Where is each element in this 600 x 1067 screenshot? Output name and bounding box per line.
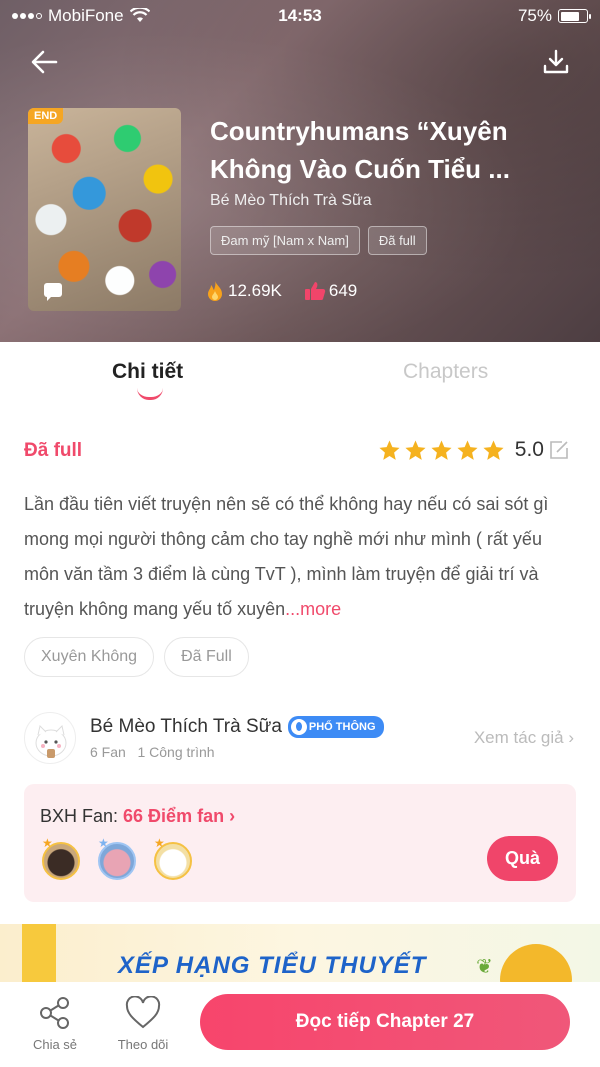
share-icon	[40, 997, 69, 1029]
thumbs-up-icon	[304, 282, 326, 300]
book-stats: 12.69K 649	[205, 280, 357, 302]
fan-avatar[interactable]: ★	[98, 836, 136, 880]
rating: 5.0	[378, 438, 570, 462]
battery-percent: 75%	[517, 6, 552, 25]
author-works: 1 Công trình	[137, 744, 215, 760]
chat-icon	[44, 283, 62, 301]
rank-label: PHỔ THÔNG	[308, 721, 376, 733]
banner-decoration	[22, 924, 56, 982]
author-avatar[interactable]	[24, 712, 76, 764]
star-icon	[457, 439, 478, 460]
follow-button[interactable]: Theo dõi	[112, 995, 174, 1052]
crown-icon: ★	[154, 836, 165, 850]
ranking-banner[interactable]: XẾP HẠNG TIỂU THUYẾT ❦	[0, 924, 600, 982]
tab-detail[interactable]: Chi tiết	[112, 360, 183, 384]
rating-stars	[378, 439, 505, 462]
back-button[interactable]	[26, 44, 62, 80]
bottom-action-bar: Chia sẻ Theo dõi Đọc tiếp Chapter 27	[0, 982, 600, 1067]
status-battery: 75%	[517, 6, 591, 26]
likes-count: 649	[328, 281, 358, 300]
share-label: Chia sẻ	[32, 1037, 78, 1052]
trophy-icon	[500, 944, 572, 982]
download-icon	[543, 49, 569, 74]
leaves-icon: ❦	[476, 956, 493, 978]
fan-ranking-title: BXH Fan: 66 Điểm fan ›	[40, 806, 235, 827]
book-author[interactable]: Bé Mèo Thích Trà Sữa	[210, 192, 372, 210]
share-button[interactable]: Chia sẻ	[24, 996, 86, 1052]
author-name-row: Bé Mèo Thích Trà Sữa PHỔ THÔNG	[90, 716, 384, 738]
author-name[interactable]: Bé Mèo Thích Trà Sữa	[90, 716, 282, 738]
continue-reading-button[interactable]: Đọc tiếp Chapter 27	[200, 994, 570, 1050]
completion-status: Đã full	[24, 440, 83, 461]
fan-ranking-label: BXH Fan:	[40, 806, 124, 826]
views-count: 12.69K	[228, 281, 282, 300]
active-tab-indicator	[137, 388, 163, 400]
rating-value: 5.0	[514, 438, 544, 461]
arrow-left-icon	[31, 50, 58, 74]
crown-icon: ★	[42, 836, 53, 850]
battery-icon	[558, 9, 591, 23]
fan-ranking-box[interactable]: BXH Fan: 66 Điểm fan › ★ ★ ★ Quà	[24, 784, 576, 902]
genre-chip[interactable]: Đã Full	[164, 637, 249, 677]
genre-chip[interactable]: Xuyên Không	[24, 637, 155, 677]
star-icon	[431, 439, 452, 460]
tag-status[interactable]: Đã full	[367, 226, 427, 255]
end-badge: END	[28, 108, 64, 124]
views-stat: 12.69K	[205, 280, 282, 302]
book-cover[interactable]: END	[28, 108, 181, 311]
tag-genre[interactable]: Đam mỹ [Nam x Nam]	[210, 226, 360, 255]
book-tags: Đam mỹ [Nam x Nam] Đã full	[210, 226, 427, 255]
drop-icon	[290, 719, 307, 735]
star-icon	[483, 439, 504, 460]
banner-text: XẾP HẠNG TIỂU THUYẾT	[118, 952, 427, 979]
book-header: MobiFone 14:53 75% END Countryhumans “Xu…	[0, 0, 600, 342]
star-icon	[405, 439, 426, 460]
genre-chips: Xuyên Không Đã Full	[24, 637, 249, 677]
status-time: 14:53	[278, 6, 322, 25]
star-icon	[379, 439, 400, 460]
status-bar: MobiFone 14:53 75%	[0, 0, 600, 32]
author-meta: 6 Fan 1 Công trình	[90, 744, 215, 760]
detail-tabs: Chi tiết Chapters	[0, 342, 600, 412]
fan-avatar[interactable]: ★	[154, 836, 192, 880]
book-description: Lần đầu tiên viết truyện nên sẽ có thể k…	[24, 487, 572, 627]
author-fans: 6 Fan	[90, 744, 126, 760]
gift-button[interactable]: Quà	[486, 836, 558, 881]
fan-points-link[interactable]: 66 Điểm fan ›	[123, 806, 235, 826]
book-title: Countryhumans “Xuyên Không Vào Cuốn Tiểu…	[210, 116, 510, 184]
heart-icon	[125, 995, 161, 1029]
more-link[interactable]: ...more	[285, 599, 341, 619]
download-button[interactable]	[538, 44, 574, 80]
cat-avatar-icon	[35, 725, 67, 758]
tab-chapters[interactable]: Chapters	[403, 360, 488, 384]
crown-icon: ★	[98, 836, 109, 850]
edit-icon[interactable]	[548, 439, 570, 461]
fire-icon	[208, 281, 222, 301]
fan-avatar[interactable]: ★	[42, 836, 80, 880]
follow-label: Theo dõi	[117, 1037, 169, 1052]
view-author-link[interactable]: Xem tác giả ›	[474, 728, 574, 748]
rank-badge: PHỔ THÔNG	[287, 716, 384, 738]
fan-avatars: ★ ★ ★	[42, 836, 192, 880]
likes-stat: 649	[304, 281, 357, 301]
author-card[interactable]: Bé Mèo Thích Trà Sữa PHỔ THÔNG 6 Fan 1 C…	[24, 710, 576, 770]
